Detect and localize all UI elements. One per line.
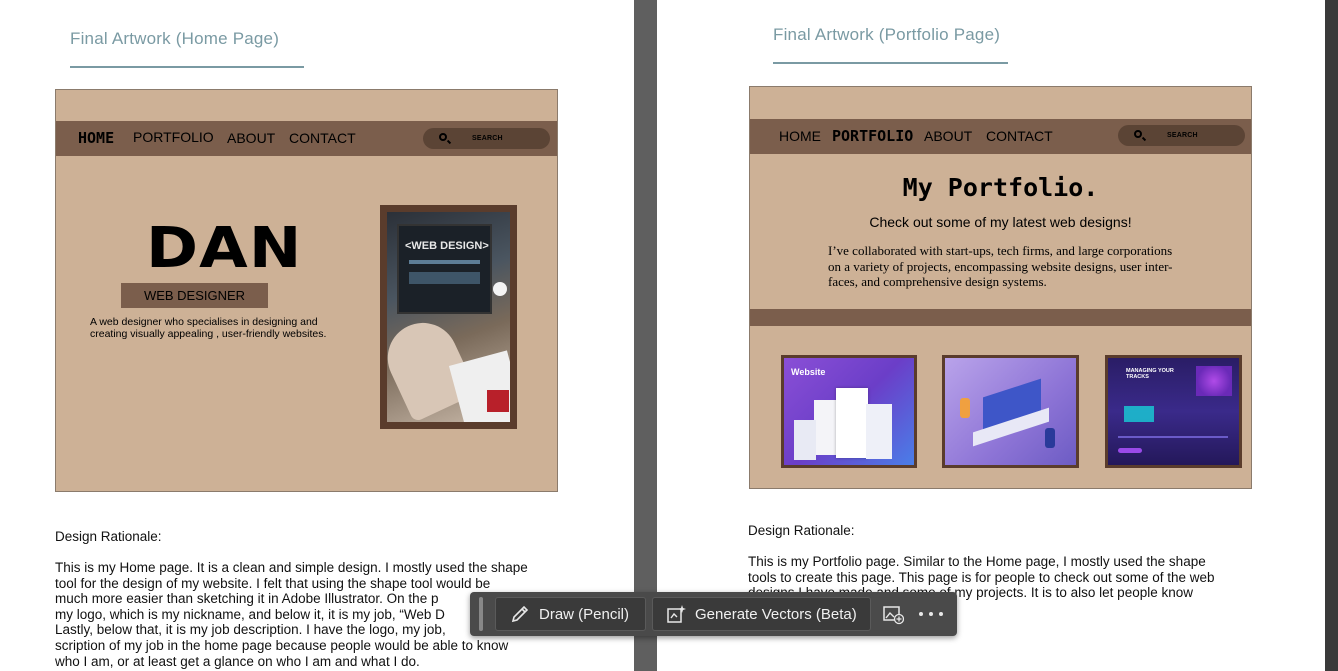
heading-underline <box>70 66 304 68</box>
mock-nav-portfolio: PORTFOLIO <box>832 127 914 145</box>
mock-search-bar: SEARCH <box>423 128 550 149</box>
mock-portfolio-intro: I’ve collaborated with start-ups, tech f… <box>828 243 1173 289</box>
thumb-3-label: MANAGING YOUR TRACKS <box>1126 368 1174 380</box>
mock-nav-bar: HOME PORTFOLIO ABOUT CONTACT SEARCH <box>750 119 1251 154</box>
mock-nav-bar: HOME PORTFOLIO ABOUT CONTACT SEARCH <box>56 121 557 156</box>
more-icon[interactable] <box>919 604 943 624</box>
mock-description: A web designer who specialises in design… <box>90 316 327 340</box>
portfolio-thumb-3: MANAGING YOUR TRACKS <box>1105 355 1242 468</box>
heading-underline <box>773 62 1008 64</box>
draw-pencil-button[interactable]: Draw (Pencil) <box>495 597 646 631</box>
image-add-icon[interactable] <box>882 603 905 625</box>
mock-nav-home: HOME <box>78 129 115 147</box>
scrollbar-track[interactable] <box>1325 0 1338 671</box>
mock-search-label: SEARCH <box>1167 132 1198 139</box>
mock-hero-photo: <WEB DESIGN> <box>387 212 510 422</box>
portfolio-thumb-2 <box>942 355 1079 468</box>
drag-handle[interactable] <box>479 597 483 631</box>
generate-vectors-button[interactable]: Generate Vectors (Beta) <box>652 597 871 631</box>
mock-portfolio-title: My Portfolio. <box>902 173 1099 202</box>
portfolio-rationale-label: Design Rationale: <box>748 523 855 538</box>
home-page-heading: Final Artwork (Home Page) <box>70 29 280 48</box>
mock-job-title: WEB DESIGNER <box>121 283 268 308</box>
home-page-mockup: HOME PORTFOLIO ABOUT CONTACT SEARCH DAN … <box>55 89 558 492</box>
mock-nav-portfolio: PORTFOLIO <box>133 129 214 145</box>
mock-portfolio-subtitle: Check out some of my latest web designs! <box>869 214 1132 230</box>
home-rationale-label: Design Rationale: <box>55 529 162 544</box>
mock-nav-about: ABOUT <box>924 128 973 144</box>
portfolio-page-heading: Final Artwork (Portfolio Page) <box>773 25 1001 44</box>
mock-divider-band <box>750 309 1251 326</box>
home-page-document: Final Artwork (Home Page) HOME PORTFOLIO… <box>0 0 634 671</box>
portfolio-thumb-1: Website <box>781 355 917 468</box>
search-icon <box>439 133 447 141</box>
mock-nav-home: HOME <box>779 128 821 144</box>
mock-nav-about: ABOUT <box>227 130 276 146</box>
generate-vectors-icon <box>665 603 687 625</box>
generate-vectors-label: Generate Vectors (Beta) <box>695 605 857 623</box>
mock-search-bar: SEARCH <box>1118 125 1245 146</box>
mock-nav-contact: CONTACT <box>986 128 1053 144</box>
mock-logo: DAN <box>146 216 303 281</box>
mock-hero-photo-frame: <WEB DESIGN> <box>380 205 517 429</box>
pencil-icon <box>509 603 531 625</box>
thumb-1-label: Website <box>791 367 826 377</box>
draw-pencil-label: Draw (Pencil) <box>539 605 630 623</box>
mock-nav-contact: CONTACT <box>289 130 356 146</box>
contextual-task-bar: Draw (Pencil) Generate Vectors (Beta) <box>470 592 957 636</box>
portfolio-page-document: Final Artwork (Portfolio Page) HOME PORT… <box>657 0 1325 671</box>
mock-search-label: SEARCH <box>472 135 503 142</box>
portfolio-page-mockup: HOME PORTFOLIO ABOUT CONTACT SEARCH My P… <box>749 86 1252 489</box>
photo-caption: <WEB DESIGN> <box>405 240 489 252</box>
search-icon <box>1134 130 1142 138</box>
